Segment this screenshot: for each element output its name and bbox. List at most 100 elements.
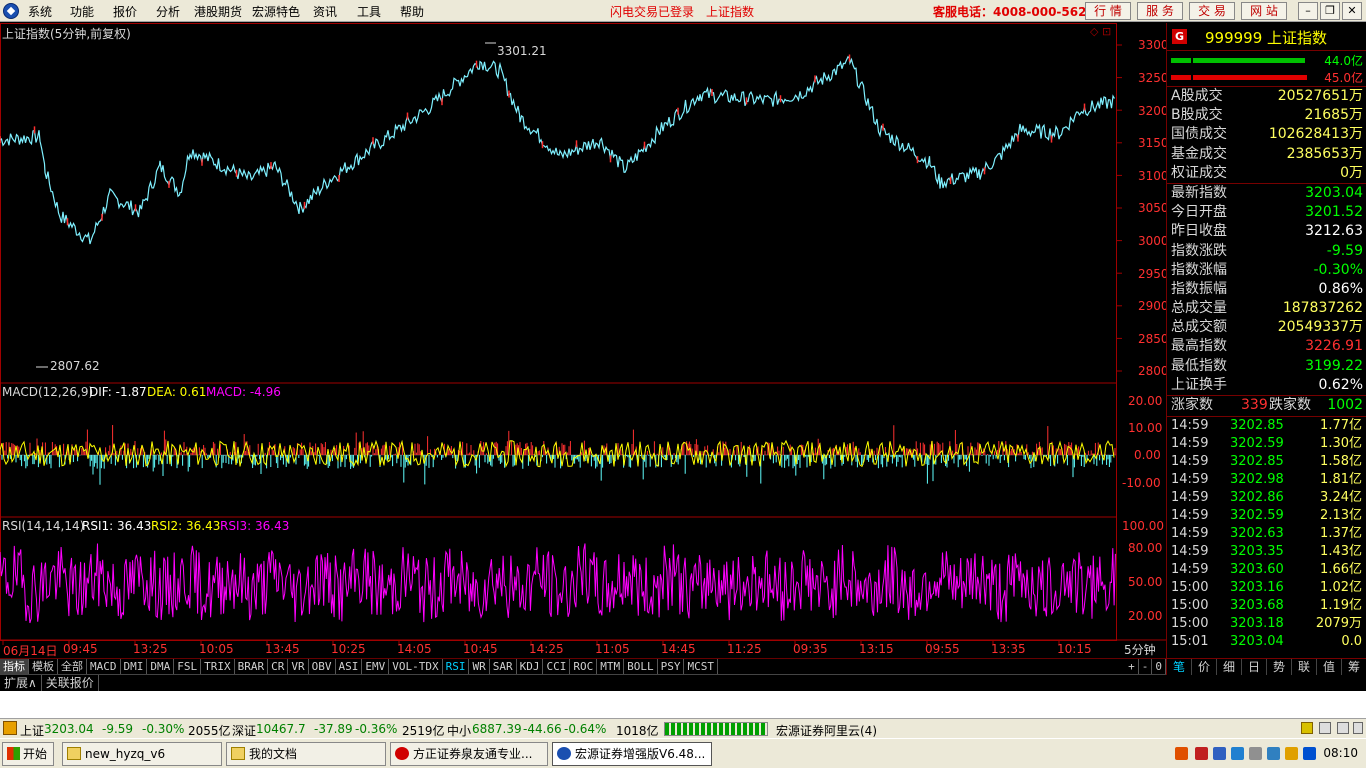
time-axis-label: 10:05 <box>199 642 234 656</box>
tick-price: 3203.16 <box>1230 580 1284 595</box>
menu-quote[interactable]: 报价 <box>113 3 137 20</box>
tick-list[interactable]: 14:59 3202.85 1.77亿 14:59 3202.59 1.30亿 14:59 3… <box>1167 417 1366 651</box>
chart-area[interactable]: 上证指数(5分钟,前复权) ◇ ⊡ 3301.21 2807.62 3300 3… <box>0 23 1169 658</box>
task-new-hyzq[interactable]: new_hyzq_v6 <box>62 742 222 766</box>
tray-bluetooth-icon[interactable] <box>1303 747 1316 760</box>
macd-dif: DIF: -1.87 <box>89 385 147 399</box>
time-axis-label: 14:45 <box>661 642 696 656</box>
tray-security-icon[interactable] <box>1267 747 1280 760</box>
menu-help[interactable]: 帮助 <box>400 3 424 20</box>
menu-system[interactable]: 系统 <box>28 3 52 20</box>
zoom-in-button[interactable]: + <box>1125 659 1139 674</box>
quote-row: 最新指数 3203.04 <box>1171 184 1363 201</box>
tab-wr[interactable]: WR <box>469 659 490 674</box>
tab-roc[interactable]: ROC <box>570 659 598 674</box>
scroll-icon[interactable] <box>1353 722 1363 734</box>
tab-psy[interactable]: PSY <box>658 659 685 674</box>
tab-ticks[interactable]: 笔 <box>1167 659 1192 675</box>
tab-mtm[interactable]: MTM <box>597 659 625 674</box>
tick-time: 14:59 <box>1171 490 1209 505</box>
tray-app-icon[interactable] <box>1175 747 1188 760</box>
market-button[interactable]: 行 情 <box>1085 2 1131 20</box>
tab-daily[interactable]: 日 <box>1242 659 1267 675</box>
tab-boll[interactable]: BOLL <box>624 659 658 674</box>
minimize-icon[interactable]: – <box>1298 2 1318 20</box>
rsi-axis-label: 20.00 <box>1128 609 1163 623</box>
tab-sar[interactable]: SAR <box>490 659 517 674</box>
tab-macd[interactable]: MACD <box>87 659 121 674</box>
price-axis-label: 2850 <box>1138 332 1169 346</box>
price-axis-label: 2950 <box>1138 267 1169 281</box>
quote-row: 上证换手 0.62% <box>1171 376 1363 393</box>
close-icon[interactable]: ✕ <box>1342 2 1362 20</box>
expand-button[interactable]: 扩展∧ <box>0 675 42 691</box>
tray-update-icon[interactable] <box>1285 747 1298 760</box>
tray-shield-icon[interactable] <box>1231 747 1244 760</box>
tab-trend[interactable]: 势 <box>1267 659 1292 675</box>
index-statusbar: 上证 3203.04 -9.59 -0.30% 2055亿 深证 10467.7… <box>0 718 1366 738</box>
quote-row: 昨日收盘 3212.63 <box>1171 223 1363 240</box>
tab-vr[interactable]: VR <box>288 659 309 674</box>
tab-linked[interactable]: 联 <box>1292 659 1317 675</box>
tab-price[interactable]: 价 <box>1192 659 1217 675</box>
tab-chips[interactable]: 筹 <box>1342 659 1366 675</box>
related-quotes-button[interactable]: 关联报价 <box>42 675 99 691</box>
tab-emv[interactable]: EMV <box>362 659 390 674</box>
settings-icon[interactable] <box>1337 722 1349 734</box>
menu-function[interactable]: 功能 <box>70 3 94 20</box>
task-hongyuan-securities[interactable]: 宏源证券增强版V6.48... <box>552 742 712 766</box>
signal-icon[interactable] <box>1319 722 1331 734</box>
tab-detail[interactable]: 细 <box>1217 659 1242 675</box>
tab-trix[interactable]: TRIX <box>201 659 235 674</box>
zoom-out-button[interactable]: - <box>1139 659 1153 674</box>
tick-price: 3203.60 <box>1230 562 1284 577</box>
tick-amount: 2.13亿 <box>1320 508 1362 523</box>
restore-icon[interactable]: ❐ <box>1320 2 1340 20</box>
macd-axis-label: 20.00 <box>1128 394 1163 408</box>
start-button[interactable]: 开始 <box>2 742 54 766</box>
tab-mcst[interactable]: MCST <box>684 659 718 674</box>
tab-obv[interactable]: OBV <box>309 659 336 674</box>
period-selector[interactable]: 5分钟 <box>1124 641 1156 658</box>
chart-settings-icon[interactable]: ◇ ⊡ <box>1090 25 1111 38</box>
tab-dmi[interactable]: DMI <box>121 659 148 674</box>
tab-brar[interactable]: BRAR <box>235 659 269 674</box>
tab-all[interactable]: 全部 <box>58 659 87 674</box>
tab-template[interactable]: 模板 <box>29 659 58 674</box>
task-my-documents[interactable]: 我的文档 <box>226 742 386 766</box>
tab-fsl[interactable]: FSL <box>174 659 202 674</box>
tab-rsi[interactable]: RSI <box>443 659 470 674</box>
tab-cci[interactable]: CCI <box>543 659 571 674</box>
tab-vol-tdx[interactable]: VOL-TDX <box>389 659 443 674</box>
zoom-controls: + -0 <box>1125 659 1166 674</box>
menu-news[interactable]: 资讯 <box>313 3 337 20</box>
tray-volume-icon[interactable] <box>1249 747 1262 760</box>
menu-hk-futures[interactable]: 港股期货 <box>194 3 242 20</box>
notice-icon[interactable] <box>1301 722 1313 734</box>
service-button[interactable]: 服 务 <box>1137 2 1183 20</box>
menu-hongyuan[interactable]: 宏源特色 <box>252 3 300 20</box>
kline-chart[interactable] <box>0 23 1166 658</box>
tray-network-icon[interactable] <box>1213 747 1226 760</box>
volume-bars: 44.0亿 45.0亿 <box>1167 51 1366 87</box>
hotline-text: 客服电话：4008-000-562 <box>933 5 1087 19</box>
folder-icon <box>231 747 245 760</box>
tab-dma[interactable]: DMA <box>147 659 175 674</box>
tab-kdj[interactable]: KDJ <box>517 659 544 674</box>
trade-button[interactable]: 交 易 <box>1189 2 1235 20</box>
tray-input-icon[interactable] <box>1195 747 1208 760</box>
zoom-reset-button[interactable]: 0 <box>1152 659 1166 674</box>
website-button[interactable]: 网 站 <box>1241 2 1287 20</box>
tick-row: 14:59 3202.85 1.58亿 <box>1167 453 1366 471</box>
tab-indicator[interactable]: 指标 <box>0 659 29 674</box>
menu-tools[interactable]: 工具 <box>357 3 381 20</box>
menu-analysis[interactable]: 分析 <box>156 3 180 20</box>
chart-frame <box>0 23 1117 641</box>
tab-cr[interactable]: CR <box>268 659 289 674</box>
tick-amount: 1.37亿 <box>1320 526 1362 541</box>
tick-amount: 1.30亿 <box>1320 436 1362 451</box>
tab-value[interactable]: 值 <box>1317 659 1342 675</box>
tab-asi[interactable]: ASI <box>336 659 363 674</box>
rsi2-value: RSI2: 36.43 <box>151 519 221 533</box>
task-founder-securities[interactable]: 方正证券泉友通专业... <box>390 742 548 766</box>
